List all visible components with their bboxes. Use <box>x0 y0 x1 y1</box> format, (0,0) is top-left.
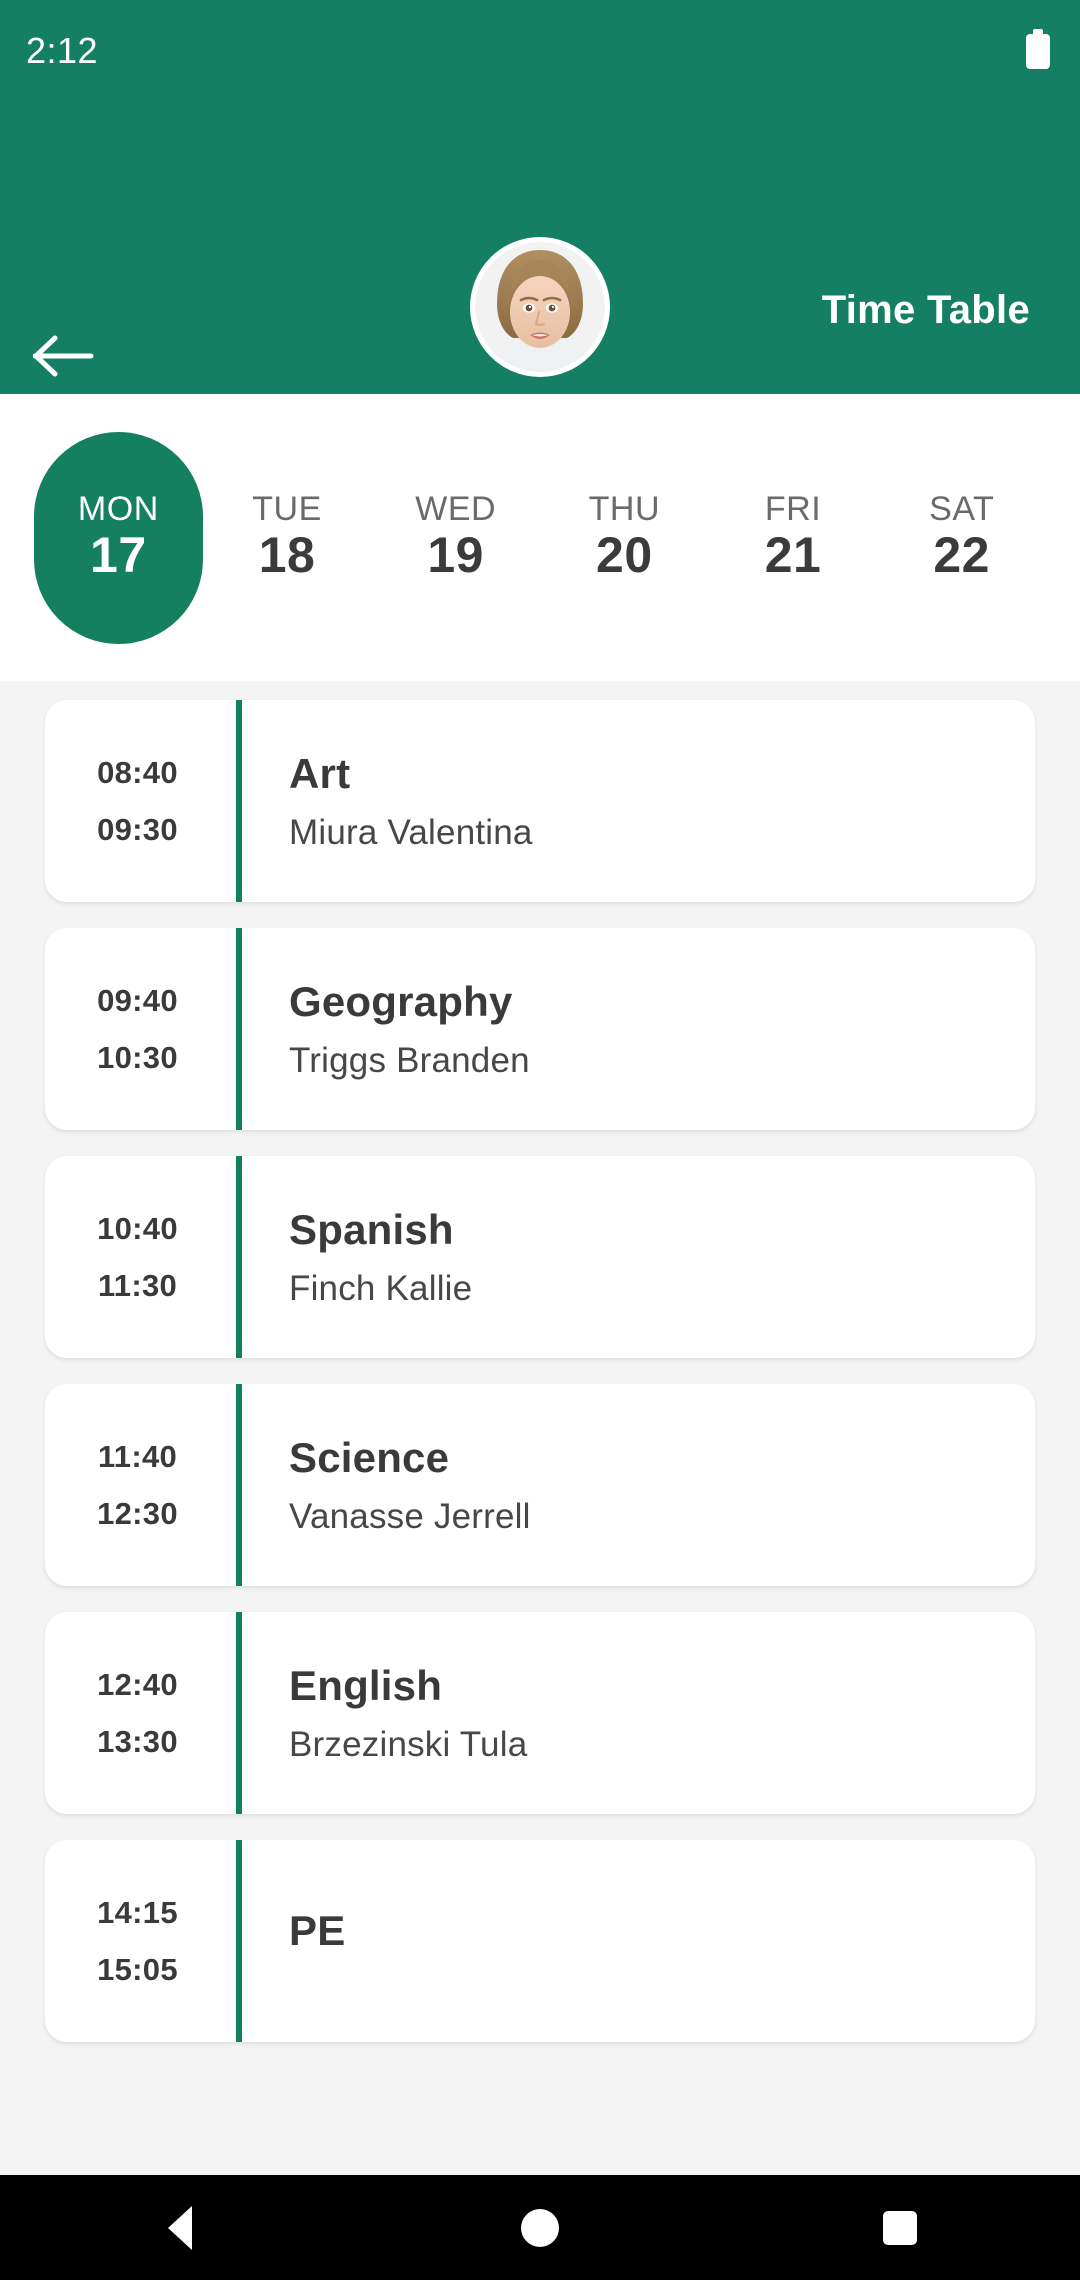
lesson-time: 11:40 12:30 <box>45 1384 236 1586</box>
day-label: THU <box>588 489 661 528</box>
day-number: 19 <box>427 527 484 584</box>
lesson-time: 12:40 13:30 <box>45 1612 236 1814</box>
nav-back-triangle-icon[interactable] <box>120 2175 240 2280</box>
day-item-fri[interactable]: FRI 21 <box>709 432 878 644</box>
day-item-sat[interactable]: SAT 22 <box>877 432 1046 644</box>
day-number: 21 <box>764 527 822 584</box>
lesson-subject: English <box>289 1661 443 1709</box>
battery-icon <box>1026 29 1050 69</box>
day-number: 20 <box>596 527 653 584</box>
lesson-subject: Art <box>289 749 351 797</box>
app-bar: Time Table <box>0 98 1080 394</box>
lesson-teacher: Triggs Branden <box>289 1040 530 1080</box>
lesson-card[interactable]: 11:40 12:30 Science Vanasse Jerrell <box>45 1384 1035 1586</box>
phone-screen: 2:12 Time Table MON 17 TUE 18 WED 19 THU… <box>0 0 1080 2280</box>
lesson-info: Geography Triggs Branden <box>242 928 1035 1130</box>
lesson-teacher: Vanasse Jerrell <box>289 1496 531 1536</box>
day-label: MON <box>77 489 159 528</box>
lesson-start-time: 11:40 <box>97 1439 178 1474</box>
lesson-card[interactable]: 12:40 13:30 English Brzezinski Tula <box>45 1612 1035 1814</box>
lesson-card[interactable]: 10:40 11:30 Spanish Finch Kallie <box>45 1156 1035 1358</box>
lesson-start-time: 08:40 <box>97 755 178 790</box>
status-bar: 2:12 <box>0 0 1080 98</box>
lesson-start-time: 10:40 <box>97 1211 178 1246</box>
day-label: WED <box>415 489 497 528</box>
lesson-subject: Science <box>289 1433 450 1481</box>
day-label: SAT <box>929 489 995 528</box>
lesson-end-time: 12:30 <box>97 1496 178 1531</box>
day-number: 22 <box>933 527 990 584</box>
lesson-info: Science Vanasse Jerrell <box>242 1384 1035 1586</box>
day-selector: MON 17 TUE 18 WED 19 THU 20 FRI 21 SAT 2… <box>0 394 1080 681</box>
lesson-subject: Spanish <box>289 1205 454 1253</box>
lesson-end-time: 13:30 <box>97 1724 178 1759</box>
lesson-end-time: 11:30 <box>97 1268 178 1303</box>
day-item-thu[interactable]: THU 20 <box>540 432 709 644</box>
lesson-end-time: 10:30 <box>97 1040 178 1075</box>
lesson-card[interactable]: 14:15 15:05 PE <box>45 1840 1035 2042</box>
lesson-time: 08:40 09:30 <box>45 700 236 902</box>
lesson-subject: Geography <box>289 977 513 1025</box>
status-bar-icons <box>1026 29 1050 69</box>
lesson-info: PE <box>242 1840 1035 2042</box>
lesson-card[interactable]: 09:40 10:30 Geography Triggs Branden <box>45 928 1035 1130</box>
lesson-time: 10:40 11:30 <box>45 1156 236 1358</box>
lesson-start-time: 12:40 <box>97 1667 178 1702</box>
day-item-mon[interactable]: MON 17 <box>34 431 203 644</box>
lesson-teacher: Miura Valentina <box>289 812 533 852</box>
page-title: Time Table <box>821 288 1030 332</box>
android-nav-bar <box>0 2175 1080 2280</box>
day-label: TUE <box>252 489 322 528</box>
lesson-teacher: Finch Kallie <box>289 1268 473 1308</box>
lesson-time: 14:15 15:05 <box>45 1840 236 2042</box>
lesson-list[interactable]: 08:40 09:30 Art Miura Valentina 09:40 10… <box>0 681 1080 2175</box>
day-item-wed[interactable]: WED 19 <box>371 432 540 644</box>
day-label: FRI <box>764 489 822 528</box>
back-arrow-icon[interactable] <box>22 314 106 398</box>
lesson-time: 09:40 10:30 <box>45 928 236 1130</box>
lesson-info: Spanish Finch Kallie <box>242 1156 1035 1358</box>
lesson-start-time: 09:40 <box>97 983 178 1018</box>
day-item-tue[interactable]: TUE 18 <box>203 432 372 644</box>
lesson-teacher: Brzezinski Tula <box>289 1724 528 1764</box>
status-bar-clock: 2:12 <box>26 30 99 71</box>
avatar[interactable] <box>475 242 605 372</box>
lesson-info: Art Miura Valentina <box>242 700 1035 902</box>
nav-recents-square-icon[interactable] <box>840 2175 960 2280</box>
day-number: 18 <box>258 527 316 584</box>
avatar-image <box>475 242 605 372</box>
nav-home-circle-icon[interactable] <box>480 2175 600 2280</box>
lesson-start-time: 14:15 <box>97 1895 178 1930</box>
lesson-card[interactable]: 08:40 09:30 Art Miura Valentina <box>45 700 1035 902</box>
day-number: 17 <box>90 527 147 584</box>
lesson-subject: PE <box>289 1907 346 1954</box>
lesson-end-time: 15:05 <box>97 1952 178 1987</box>
lesson-end-time: 09:30 <box>97 812 178 847</box>
lesson-info: English Brzezinski Tula <box>242 1612 1035 1814</box>
